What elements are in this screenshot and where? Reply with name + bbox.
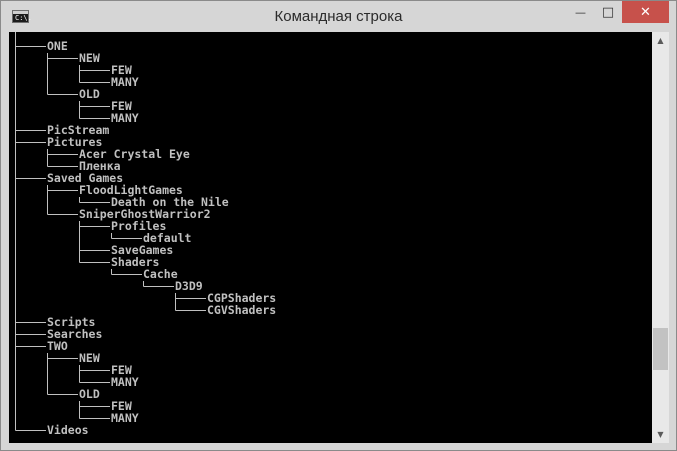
close-icon: ✕ bbox=[640, 4, 651, 20]
scrollbar-thumb[interactable] bbox=[653, 328, 668, 370]
maximize-icon: □ bbox=[601, 4, 615, 20]
tree-item-label: OLD bbox=[79, 87, 100, 101]
tree-item-label: Cache bbox=[143, 267, 178, 281]
tree-item-label: NEW bbox=[79, 351, 100, 365]
command-prompt-window: C:\. Командная строка — □ ✕ ONE NEW FEW MAN… bbox=[0, 0, 677, 451]
tree-connector-lines bbox=[15, 32, 206, 431]
tree-item-label: TWO bbox=[47, 339, 68, 353]
tree-item-label: D3D9 bbox=[175, 279, 203, 293]
tree-item-label: OLD bbox=[79, 387, 100, 401]
close-button[interactable]: ✕ bbox=[622, 1, 669, 23]
tree-item-label: ONE bbox=[47, 39, 68, 53]
title-bar[interactable]: C:\. Командная строка — □ ✕ bbox=[1, 1, 676, 32]
tree-item-label: MANY bbox=[111, 411, 139, 425]
tree-item-label: MANY bbox=[111, 111, 139, 125]
minimize-icon: — bbox=[575, 5, 586, 19]
tree-item-label: Videos bbox=[47, 423, 89, 437]
scroll-down-icon[interactable]: ▼ bbox=[652, 426, 669, 443]
minimize-button[interactable]: — bbox=[567, 1, 594, 23]
tree-item-label: CGVShaders bbox=[207, 303, 277, 317]
tree-item-label: NEW bbox=[79, 51, 100, 65]
tree-item-label: MANY bbox=[111, 375, 139, 389]
tree-item-label: MANY bbox=[111, 75, 139, 89]
vertical-scrollbar[interactable]: ▲ ▼ bbox=[652, 32, 669, 443]
maximize-button[interactable]: □ bbox=[595, 1, 621, 23]
console-output[interactable]: ONE NEW FEW MANY OLD FEW MANY PicStream Pictures… bbox=[9, 32, 652, 443]
scroll-up-icon[interactable]: ▲ bbox=[652, 32, 669, 49]
